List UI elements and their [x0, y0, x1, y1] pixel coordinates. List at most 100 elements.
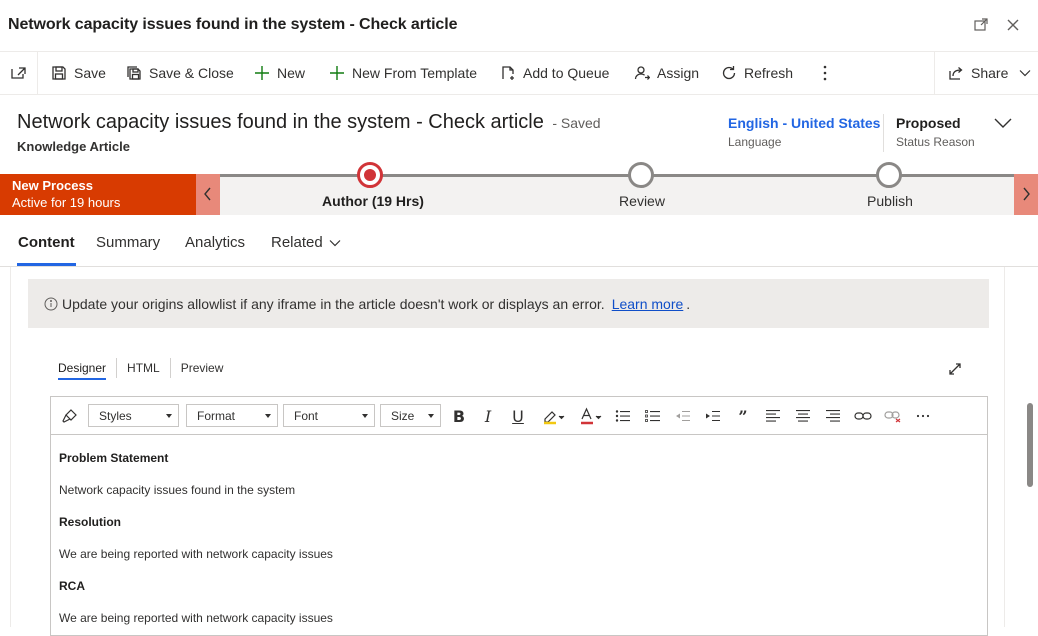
styles-value: Styles [99, 408, 132, 423]
editor-tab-designer[interactable]: Designer [58, 361, 107, 380]
link-icon[interactable] [854, 407, 872, 425]
caret-down-icon [166, 414, 172, 418]
tab-summary[interactable]: Summary [96, 234, 160, 251]
process-next-button[interactable] [1014, 174, 1038, 215]
save-close-label: Save & Close [149, 65, 234, 81]
status-label: Status Reason [896, 135, 975, 149]
unlink-icon[interactable] [884, 407, 902, 425]
more-icon[interactable] [914, 407, 932, 425]
notice-text: Update your origins allowlist if any ifr… [62, 295, 605, 312]
process-name-box[interactable]: New Process Active for 19 hours [0, 174, 196, 215]
bullet-list-icon[interactable] [614, 407, 632, 425]
new-from-template-label: New From Template [352, 65, 478, 81]
format-value: Format [197, 408, 236, 423]
stage-author-label[interactable]: Author (19 Hrs) [322, 193, 424, 209]
editor-tab-divider [116, 358, 118, 378]
refresh-icon [721, 65, 737, 81]
numbered-list-icon[interactable] [644, 407, 662, 425]
new-from-template-button[interactable]: New From Template [329, 52, 477, 94]
content-left-border [10, 267, 11, 627]
size-value: Size [391, 408, 415, 423]
add-to-queue-button[interactable]: Add to Queue [500, 52, 609, 94]
save-label: Save [74, 65, 106, 81]
stage-author-marker[interactable] [357, 162, 383, 188]
open-in-new-window-button[interactable] [0, 52, 38, 94]
content-heading-resolution: Resolution [59, 515, 121, 529]
form-tabs: Content Summary Analytics Related [0, 215, 1038, 267]
content-paragraph-problem: Network capacity issues found in the sys… [59, 483, 296, 497]
language-field[interactable]: English - United States Language [728, 115, 880, 149]
content-heading-problem: Problem Statement [59, 451, 169, 465]
tab-analytics[interactable]: Analytics [185, 234, 245, 251]
content-paragraph-resolution: We are being reported with network capac… [59, 547, 333, 561]
chevron-down-icon [329, 239, 341, 247]
learn-more-link[interactable]: Learn more [612, 296, 684, 312]
underline-icon[interactable]: U [509, 407, 527, 426]
tab-related[interactable]: Related [271, 234, 341, 251]
status-value: Proposed [896, 115, 961, 131]
close-icon[interactable] [1005, 17, 1023, 35]
rich-text-editor: Styles Format Font Size B I U ” Problem … [50, 396, 988, 636]
content-heading-rca: RCA [59, 579, 85, 593]
stage-publish-label[interactable]: Publish [867, 193, 913, 209]
expand-header-chevron-icon[interactable] [992, 116, 1014, 130]
outdent-icon[interactable] [674, 407, 692, 425]
format-dropdown[interactable]: Format [186, 404, 278, 427]
stage-publish-marker[interactable] [876, 162, 902, 188]
assign-label: Assign [657, 65, 700, 81]
stage-review-label[interactable]: Review [619, 193, 665, 209]
align-right-icon[interactable] [824, 407, 842, 425]
active-tab-indicator [17, 263, 76, 266]
iframe-notice-bar: Update your origins allowlist if any ifr… [28, 279, 989, 328]
font-color-icon[interactable] [578, 407, 604, 425]
refresh-button[interactable]: Refresh [721, 52, 793, 94]
window-title: Network capacity issues found in the sys… [8, 16, 458, 33]
save-close-button[interactable]: Save & Close [126, 52, 234, 94]
process-active-duration: Active for 19 hours [12, 195, 121, 210]
expand-editor-icon[interactable] [947, 361, 963, 377]
content-paragraph-rca: We are being reported with network capac… [59, 611, 333, 625]
assign-icon [634, 65, 650, 81]
styles-dropdown[interactable]: Styles [88, 404, 179, 427]
save-icon [51, 65, 67, 81]
editor-mode-tabs: Designer HTML Preview [58, 357, 224, 380]
language-value[interactable]: English - United States [728, 115, 880, 132]
plus-icon [329, 65, 345, 81]
share-label: Share [971, 65, 1009, 81]
italic-icon[interactable]: I [479, 407, 497, 426]
share-menu: Share [934, 52, 1038, 94]
save-button[interactable]: Save [51, 52, 106, 94]
editor-tab-preview[interactable]: Preview [181, 361, 224, 375]
record-title: Network capacity issues found in the sys… [17, 111, 601, 134]
command-bar: Save Save & Close New New From Template … [0, 52, 1038, 95]
bold-icon[interactable]: B [450, 407, 468, 426]
window-title-bar: Network capacity issues found in the sys… [0, 0, 1038, 52]
font-value: Font [294, 408, 319, 423]
highlight-icon[interactable] [541, 407, 567, 425]
header-divider [883, 114, 884, 152]
caret-down-icon [428, 414, 434, 418]
new-button[interactable]: New [254, 52, 305, 94]
refresh-label: Refresh [744, 65, 794, 81]
info-icon [44, 297, 58, 311]
align-center-icon[interactable] [794, 407, 812, 425]
stage-review-marker[interactable] [628, 162, 654, 188]
font-dropdown[interactable]: Font [283, 404, 375, 427]
popout-window-icon[interactable] [973, 17, 991, 35]
align-left-icon[interactable] [764, 407, 782, 425]
page-scrollbar-thumb[interactable] [1027, 403, 1033, 487]
quote-icon[interactable]: ” [734, 407, 752, 426]
share-button[interactable]: Share [948, 52, 1031, 94]
process-previous-button[interactable] [196, 174, 220, 215]
language-label: Language [728, 135, 782, 149]
size-dropdown[interactable]: Size [380, 404, 441, 427]
assign-button[interactable]: Assign [634, 52, 699, 94]
editor-tab-html[interactable]: HTML [127, 361, 160, 375]
entity-name: Knowledge Article [17, 139, 130, 154]
indent-icon[interactable] [704, 407, 722, 425]
more-commands-icon[interactable] [815, 64, 835, 82]
tab-content[interactable]: Content [18, 234, 75, 251]
brush-icon[interactable] [61, 407, 79, 425]
plus-icon [254, 65, 270, 81]
caret-down-icon [265, 414, 271, 418]
